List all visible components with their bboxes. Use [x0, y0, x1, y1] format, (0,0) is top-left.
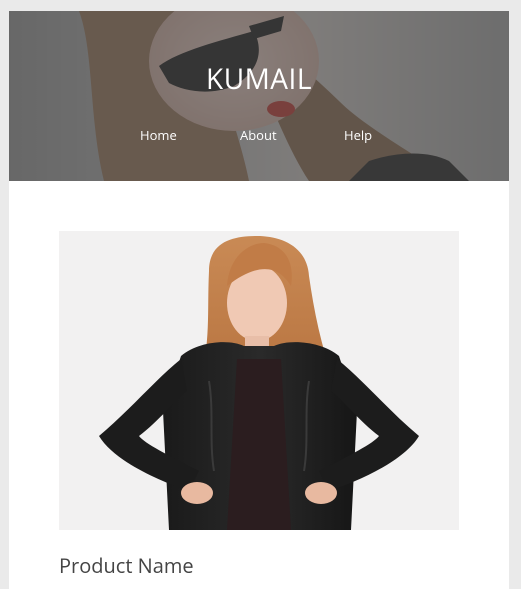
nav-link-home[interactable]: Home: [140, 125, 177, 145]
hero-header: KUMAIL Home About Help: [9, 11, 509, 181]
main-nav: Home About Help: [9, 125, 509, 145]
product-name[interactable]: Product Name: [59, 552, 194, 580]
nav-link-about[interactable]: About: [240, 125, 277, 145]
product-photo-illustration: [59, 231, 459, 530]
nav-link-help[interactable]: Help: [344, 125, 372, 145]
page: KUMAIL Home About Help Product Name: [9, 11, 509, 589]
site-title: KUMAIL: [206, 60, 312, 98]
product-image[interactable]: [59, 231, 459, 530]
